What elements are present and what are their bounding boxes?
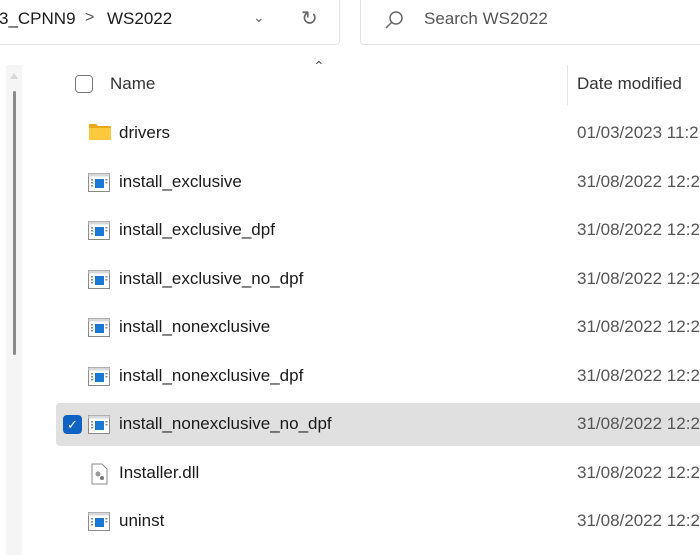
file-row[interactable]: ✓ install_nonexclusive_no_dpf 31/08/2022 1… <box>56 403 700 446</box>
search-box[interactable]: Search WS2022 <box>360 0 700 45</box>
file-date-modified: 31/08/2022 12:2 <box>577 171 700 191</box>
file-row[interactable]: drivers 01/03/2023 11:2 <box>56 112 700 155</box>
scrollbar-thumb[interactable] <box>13 91 16 355</box>
file-date-modified: 31/08/2022 12:2 <box>577 220 700 239</box>
file-date-modified: 31/08/2022 12:2 <box>577 365 700 385</box>
search-icon <box>385 11 403 29</box>
file-row[interactable]: install_exclusive_no_dpf 31/08/2022 12:2 <box>56 258 700 301</box>
file-name: install_nonexclusive_dpf <box>119 365 304 385</box>
file-date-modified: 01/03/2023 11:2 <box>577 123 699 142</box>
column-header-date-modified[interactable]: Date modified <box>577 74 682 94</box>
file-name: Installer.dll <box>119 462 200 482</box>
file-date-modified: 31/08/2022 12:2 <box>577 317 700 336</box>
search-input[interactable]: Search WS2022 <box>424 9 548 29</box>
file-date-modified: 31/08/2022 12:2 <box>577 268 700 288</box>
scrollbar[interactable] <box>6 65 22 555</box>
breadcrumb-parent[interactable]: 3_CPNN9 <box>0 9 76 29</box>
file-row[interactable]: install_nonexclusive 31/08/2022 12:2 <box>56 306 700 349</box>
file-row[interactable]: install_exclusive 31/08/2022 12:2 <box>56 161 700 204</box>
file-row[interactable]: Installer.dll 31/08/2022 12:2 <box>56 452 700 495</box>
file-name: install_exclusive_dpf <box>119 220 275 239</box>
file-name: install_exclusive <box>119 171 242 191</box>
file-date-modified: 31/08/2022 12:2 <box>577 511 700 530</box>
breadcrumb-current[interactable]: WS2022 <box>107 9 172 29</box>
file-row[interactable]: install_nonexclusive_dpf 31/08/2022 12:2 <box>56 355 700 398</box>
column-header-name[interactable]: Name <box>110 74 155 94</box>
file-date-modified: 31/08/2022 12:2 <box>577 414 700 433</box>
file-row[interactable]: uninst 31/08/2022 12:2 <box>56 500 700 543</box>
file-date-modified: 31/08/2022 12:2 <box>577 462 700 482</box>
scroll-up-icon[interactable] <box>10 73 18 79</box>
refresh-icon[interactable]: ↻ <box>301 6 318 31</box>
address-bar[interactable]: 3_CPNN9 > WS2022 ⌄ ↻ <box>0 0 340 45</box>
file-name: install_nonexclusive <box>119 317 271 336</box>
select-all-checkbox[interactable] <box>75 75 93 93</box>
chevron-down-icon[interactable]: ⌄ <box>253 9 265 26</box>
sort-ascending-icon: ⌃ <box>313 58 325 74</box>
file-name: install_exclusive_no_dpf <box>119 268 304 288</box>
column-divider[interactable] <box>567 65 568 105</box>
file-name: uninst <box>119 511 165 530</box>
file-row[interactable]: install_exclusive_dpf 31/08/2022 12:2 <box>56 209 700 252</box>
file-name: install_nonexclusive_no_dpf <box>119 414 332 433</box>
file-name: drivers <box>119 123 171 142</box>
row-checkbox-checked[interactable]: ✓ <box>63 415 82 434</box>
breadcrumb-separator-icon: > <box>85 9 95 26</box>
